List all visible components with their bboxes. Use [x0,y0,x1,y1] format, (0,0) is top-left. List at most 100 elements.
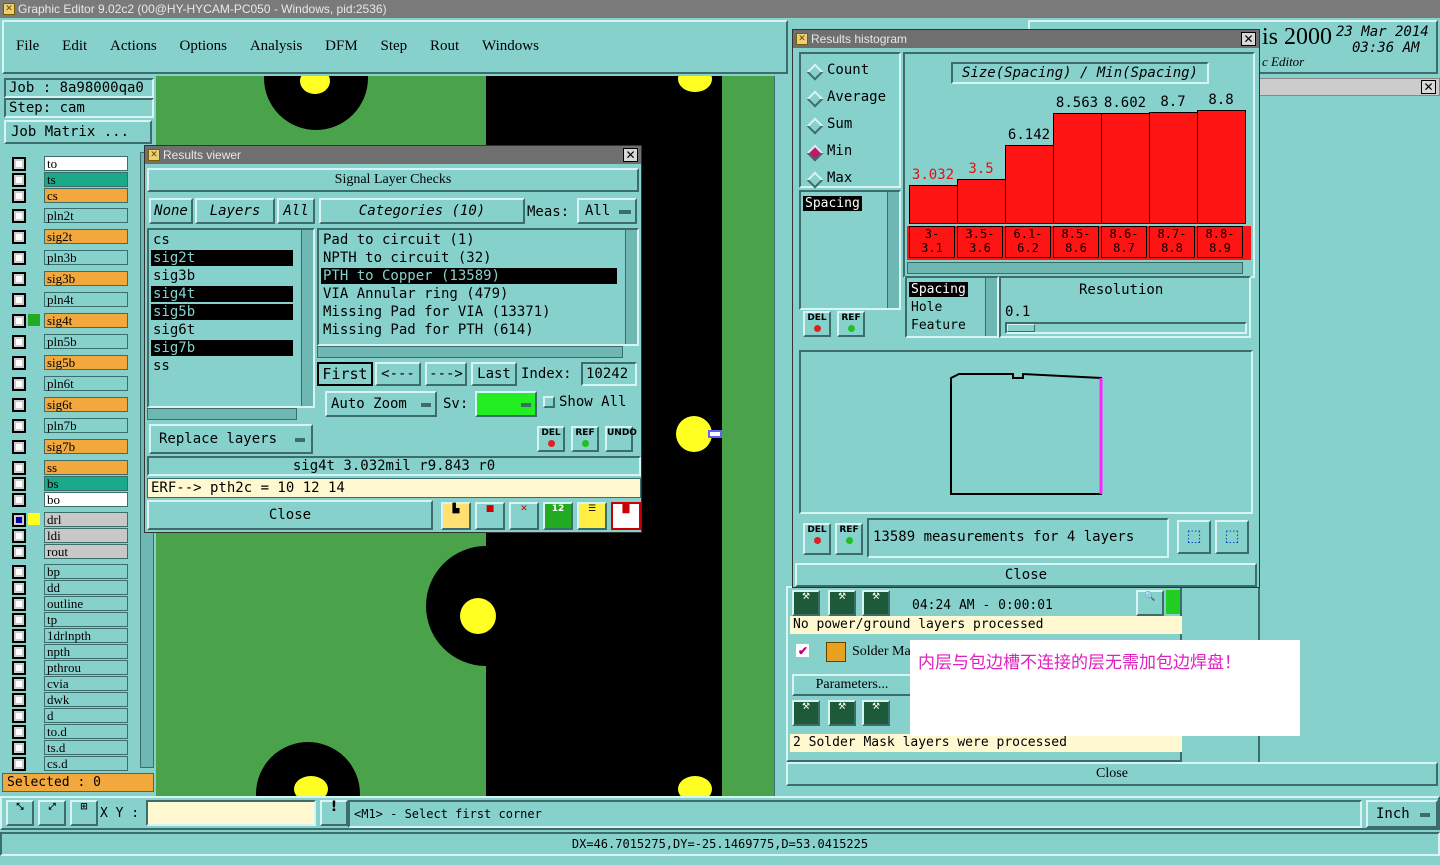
menu-file[interactable]: File [16,38,39,54]
rv-replace-layers-select[interactable]: Replace layers [149,424,313,454]
alert-icon[interactable]: ! [320,800,348,826]
layer-checkbox[interactable] [12,461,26,475]
rv-graph-icon[interactable]: ▙ [441,502,471,530]
hist-mode-radio-sum[interactable] [806,117,824,135]
layer-row-bp[interactable]: bp [12,564,128,579]
rv-ref-icon[interactable]: REF [571,426,599,452]
check-run-icon-2[interactable]: ⚒ [828,590,856,616]
layer-row-tp[interactable]: tp [12,612,128,627]
hist-zoom-out-icon[interactable]: ⬚ [1215,520,1249,554]
layer-row-dd[interactable]: dd [12,580,128,595]
layer-row-ss[interactable]: ss [12,460,128,475]
layer-row-sig7b[interactable]: sig7b [12,439,128,454]
layer-row-ldi[interactable]: ldi [12,528,128,543]
layer-row-dwk[interactable]: dwk [12,692,128,707]
layer-checkbox[interactable] [12,529,26,543]
hist-ref-icon[interactable]: REF [837,311,865,337]
rv-cat-vscroll[interactable] [625,230,637,344]
layer-row-pln2t[interactable]: pln2t [12,208,128,223]
layer-row-cs-d[interactable]: cs.d [12,756,128,771]
layer-row-1drlnpth[interactable]: 1drlnpth [12,628,128,643]
hist-list-item[interactable]: Spacing [803,196,862,211]
solder-run-icon[interactable]: ⚒ [792,700,820,726]
hist-close-icon[interactable]: ✕ [1241,32,1256,46]
hist-mode-radio-average[interactable] [806,90,824,108]
layer-checkbox[interactable] [12,661,26,675]
layer-checkbox[interactable] [12,398,26,412]
menu-options[interactable]: Options [180,38,228,54]
rv-cat-hscroll[interactable] [317,346,623,358]
parameters-button[interactable]: Parameters... [792,674,912,696]
check-run-icon[interactable]: ⚒ [792,590,820,616]
rv-meas-select[interactable]: All [577,198,637,224]
rv-layer-vscroll[interactable] [301,230,313,406]
layer-row-cs[interactable]: cs [12,188,128,203]
layer-checkbox[interactable] [12,157,26,171]
hist-bar[interactable] [909,185,958,224]
hist-del-icon[interactable]: DEL [803,311,831,337]
rv-layer-item[interactable]: sig6t [151,322,293,338]
layer-checkbox[interactable] [12,545,26,559]
rv-layers-label[interactable]: Layers [195,198,275,224]
layer-row-npth[interactable]: npth [12,644,128,659]
menu-actions[interactable]: Actions [110,38,157,54]
rv-category-item[interactable]: NPTH to circuit (32) [321,250,617,266]
layer-row-pln4t[interactable]: pln4t [12,292,128,307]
rv-layer-item[interactable]: sig2t [151,250,293,266]
rv-all-button[interactable]: All [277,198,315,224]
rv-prev-button[interactable]: <--- [375,362,421,386]
rv-close-icon[interactable]: ✕ [623,148,638,162]
rv-category-listbox[interactable]: Pad to circuit (1) NPTH to circuit (32) PT… [317,228,639,346]
menu-step[interactable]: Step [381,38,408,54]
layer-checkbox[interactable] [12,209,26,223]
hist-type-spacing[interactable]: Spacing [909,282,968,297]
rv-layer-item[interactable]: sig7b [151,340,293,356]
rv-layer-item[interactable]: ss [151,358,293,374]
rv-del-icon[interactable]: DEL [537,426,565,452]
hist-mode-radio-min[interactable] [806,144,824,162]
layer-checkbox[interactable] [12,173,26,187]
layer-row-sig5b[interactable]: sig5b [12,355,128,370]
layer-checkbox[interactable] [12,314,26,328]
menu-dfm[interactable]: DFM [325,38,358,54]
hist-bar[interactable] [1149,112,1198,224]
layer-row-bs[interactable]: bs [12,476,128,491]
menu-edit[interactable]: Edit [62,38,87,54]
layer-checkbox[interactable] [12,335,26,349]
layer-row-ts-d[interactable]: ts.d [12,740,128,755]
rv-first-button[interactable]: First [317,362,373,386]
layer-row-to[interactable]: to [12,156,128,171]
hist-mode-radio-count[interactable] [806,63,824,81]
hist-del-icon-2[interactable]: DEL [803,523,831,555]
hist-list-vscroll[interactable] [887,192,899,308]
solder-checkbox[interactable]: ✔ [796,644,809,657]
rv-export-icon[interactable]: ■ [475,502,505,530]
zoom-area-icon[interactable]: ⤢ [38,800,66,826]
rv-layer-hscroll[interactable] [147,408,297,420]
rv-category-item[interactable]: Pad to circuit (1) [321,232,617,248]
rv-erf-icon[interactable]: ✕ [509,502,539,530]
layer-checkbox[interactable] [12,377,26,391]
hist-bar[interactable] [1053,113,1102,224]
layer-row-sig4t[interactable]: sig4t [12,313,128,328]
grid-icon[interactable]: ⊞ [70,800,98,826]
layer-checkbox[interactable] [12,356,26,370]
layer-checkbox[interactable] [12,493,26,507]
hist-type-feature[interactable]: Feature [911,318,966,333]
rv-undo-icon[interactable]: UNDO [605,426,637,452]
layer-checkbox[interactable] [12,645,26,659]
layer-row-pthrou[interactable]: pthrou [12,660,128,675]
layer-checkbox[interactable] [12,581,26,595]
menu-rout[interactable]: Rout [430,38,459,54]
layer-checkbox[interactable] [12,477,26,491]
rv-report-icon[interactable]: ☰ [577,502,607,530]
layer-checkbox[interactable] [12,613,26,627]
zoom-fit-icon[interactable]: ⤡ [6,800,34,826]
layer-row-pln3b[interactable]: pln3b [12,250,128,265]
layer-checkbox[interactable] [12,677,26,691]
solder-run-icon-2[interactable]: ⚒ [828,700,856,726]
layer-row-sig3b[interactable]: sig3b [12,271,128,286]
layer-checkbox[interactable] [12,440,26,454]
hist-close-button[interactable]: Close [795,563,1257,587]
rv-layer-item[interactable]: sig3b [151,268,293,284]
